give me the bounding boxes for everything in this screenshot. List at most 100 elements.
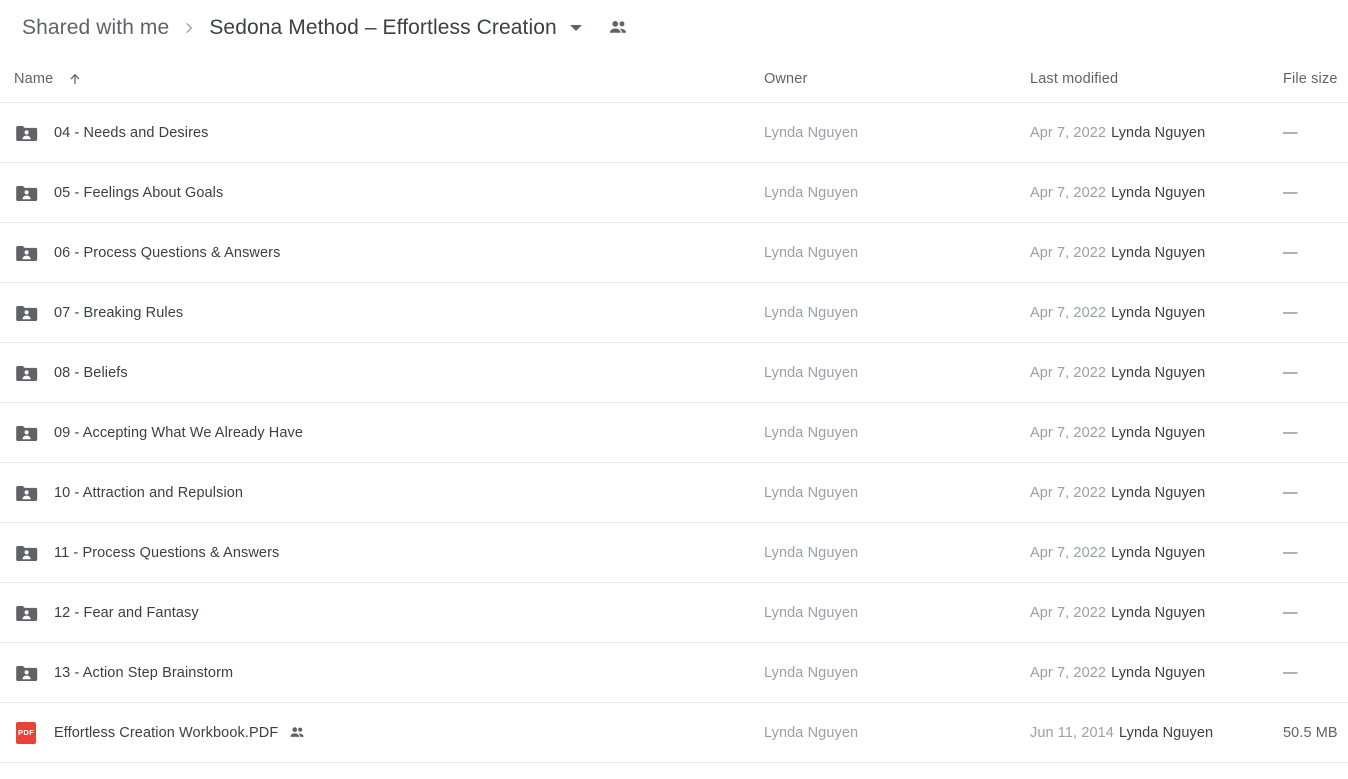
cell-file-size: — xyxy=(1273,282,1348,343)
cell-owner: Lynda Nguyen xyxy=(752,342,1020,403)
cell-file-size: — xyxy=(1273,462,1348,523)
breadcrumb-parent-link[interactable]: Shared with me xyxy=(22,16,169,40)
shared-folder-icon xyxy=(14,241,38,265)
cell-name[interactable]: 06 - Process Questions & Answers xyxy=(0,222,752,283)
table-row[interactable]: 10 - Attraction and Repulsion Lynda Nguye… xyxy=(0,462,1348,523)
cell-file-size: — xyxy=(1273,582,1348,643)
cell-last-modified: Apr 7, 2022 Lynda Nguyen xyxy=(1020,582,1273,643)
shared-folder-icon xyxy=(14,361,38,385)
table-row[interactable]: 13 - Action Step Brainstorm Lynda Nguyen A… xyxy=(0,642,1348,703)
cell-owner: Lynda Nguyen xyxy=(752,402,1020,463)
file-name-label: 05 - Feelings About Goals xyxy=(54,184,224,201)
last-modified-date: Apr 7, 2022 xyxy=(1030,244,1107,261)
cell-name[interactable]: 05 - Feelings About Goals xyxy=(0,162,752,223)
column-header-owner[interactable]: Owner xyxy=(752,56,1020,103)
cell-file-size: 50.5 MB xyxy=(1273,702,1348,763)
column-header-name[interactable]: Name xyxy=(0,56,752,103)
cell-last-modified: Apr 7, 2022 Lynda Nguyen xyxy=(1020,342,1273,403)
cell-file-size: — xyxy=(1273,342,1348,403)
file-name-label: 10 - Attraction and Repulsion xyxy=(54,484,244,501)
cell-last-modified: Jun 11, 2014 Lynda Nguyen xyxy=(1020,702,1273,763)
table-row[interactable]: 11 - Process Questions & Answers Lynda Ng… xyxy=(0,522,1348,583)
pdf-file-icon: PDF xyxy=(14,721,38,745)
column-header-file-size[interactable]: File size xyxy=(1273,56,1348,103)
cell-owner: Lynda Nguyen xyxy=(752,102,1020,163)
cell-last-modified: Apr 7, 2022 Lynda Nguyen xyxy=(1020,102,1273,163)
table-body: 04 - Needs and Desires Lynda Nguyen Apr 7,… xyxy=(0,102,1348,763)
file-name-label: 07 - Breaking Rules xyxy=(54,304,184,321)
table-row[interactable]: 06 - Process Questions & Answers Lynda Ng… xyxy=(0,222,1348,283)
file-name-label: 12 - Fear and Fantasy xyxy=(54,604,199,621)
cell-name[interactable]: 11 - Process Questions & Answers xyxy=(0,522,752,583)
file-name-label: 08 - Beliefs xyxy=(54,364,128,381)
table-row[interactable]: PDF Effortless Creation Workbook.PDF Lynda… xyxy=(0,702,1348,763)
cell-last-modified: Apr 7, 2022 Lynda Nguyen xyxy=(1020,642,1273,703)
cell-file-size: — xyxy=(1273,222,1348,283)
cell-name[interactable]: 08 - Beliefs xyxy=(0,342,752,403)
last-modified-by: Lynda Nguyen xyxy=(1111,364,1206,381)
cell-name[interactable]: PDF Effortless Creation Workbook.PDF xyxy=(0,702,752,763)
file-name-label: 13 - Action Step Brainstorm xyxy=(54,664,234,681)
shared-folder-icon xyxy=(14,661,38,685)
cell-name[interactable]: 04 - Needs and Desires xyxy=(0,102,752,163)
breadcrumb-separator-icon xyxy=(181,20,197,36)
cell-owner: Lynda Nguyen xyxy=(752,282,1020,343)
last-modified-by: Lynda Nguyen xyxy=(1111,544,1206,561)
cell-last-modified: Apr 7, 2022 Lynda Nguyen xyxy=(1020,162,1273,223)
cell-owner: Lynda Nguyen xyxy=(752,162,1020,223)
breadcrumb: Shared with me Sedona Method – Effortles… xyxy=(0,0,1348,56)
last-modified-date: Apr 7, 2022 xyxy=(1030,484,1107,501)
cell-name[interactable]: 07 - Breaking Rules xyxy=(0,282,752,343)
cell-name[interactable]: 12 - Fear and Fantasy xyxy=(0,582,752,643)
shared-folder-icon xyxy=(14,301,38,325)
last-modified-by: Lynda Nguyen xyxy=(1111,184,1206,201)
cell-name[interactable]: 13 - Action Step Brainstorm xyxy=(0,642,752,703)
cell-last-modified: Apr 7, 2022 Lynda Nguyen xyxy=(1020,462,1273,523)
cell-last-modified: Apr 7, 2022 Lynda Nguyen xyxy=(1020,402,1273,463)
cell-last-modified: Apr 7, 2022 Lynda Nguyen xyxy=(1020,522,1273,583)
page-title[interactable]: Sedona Method – Effortless Creation xyxy=(209,16,557,40)
arrow-up-icon[interactable] xyxy=(67,71,83,87)
last-modified-by: Lynda Nguyen xyxy=(1111,484,1206,501)
last-modified-date: Apr 7, 2022 xyxy=(1030,304,1107,321)
file-name-label: 09 - Accepting What We Already Have xyxy=(54,424,304,441)
last-modified-date: Apr 7, 2022 xyxy=(1030,364,1107,381)
table-row[interactable]: 08 - Beliefs Lynda Nguyen Apr 7, 2022 Lynda… xyxy=(0,342,1348,403)
cell-owner: Lynda Nguyen xyxy=(752,642,1020,703)
last-modified-by: Lynda Nguyen xyxy=(1111,124,1206,141)
shared-folder-icon xyxy=(14,541,38,565)
last-modified-date: Apr 7, 2022 xyxy=(1030,424,1107,441)
shared-folder-icon xyxy=(14,481,38,505)
last-modified-by: Lynda Nguyen xyxy=(1111,604,1206,621)
cell-file-size: — xyxy=(1273,642,1348,703)
shared-folder-icon xyxy=(14,421,38,445)
shared-folder-icon xyxy=(14,181,38,205)
shared-folder-icon xyxy=(14,601,38,625)
file-list-table: Name Owner Last modified File size 04 - … xyxy=(0,56,1348,763)
column-header-name-label: Name xyxy=(14,71,54,87)
table-row[interactable]: 05 - Feelings About Goals Lynda Nguyen Apr… xyxy=(0,162,1348,223)
table-row[interactable]: 07 - Breaking Rules Lynda Nguyen Apr 7, 20… xyxy=(0,282,1348,343)
last-modified-by: Lynda Nguyen xyxy=(1111,664,1206,681)
file-name-label: 06 - Process Questions & Answers xyxy=(54,244,281,261)
table-row[interactable]: 09 - Accepting What We Already Have Lynda… xyxy=(0,402,1348,463)
chevron-down-icon[interactable] xyxy=(569,25,582,31)
cell-name[interactable]: 10 - Attraction and Repulsion xyxy=(0,462,752,523)
cell-file-size: — xyxy=(1273,102,1348,163)
file-name-label: 04 - Needs and Desires xyxy=(54,124,209,141)
cell-file-size: — xyxy=(1273,402,1348,463)
people-shared-icon xyxy=(288,724,306,742)
cell-owner: Lynda Nguyen xyxy=(752,582,1020,643)
last-modified-date: Jun 11, 2014 xyxy=(1030,724,1114,741)
table-row[interactable]: 04 - Needs and Desires Lynda Nguyen Apr 7,… xyxy=(0,102,1348,163)
last-modified-by: Lynda Nguyen xyxy=(1111,424,1206,441)
people-shared-icon[interactable] xyxy=(607,17,629,39)
table-row[interactable]: 12 - Fear and Fantasy Lynda Nguyen Apr 7, … xyxy=(0,582,1348,643)
table-header: Name Owner Last modified File size xyxy=(0,56,1348,103)
last-modified-by: Lynda Nguyen xyxy=(1111,244,1206,261)
column-header-last-modified[interactable]: Last modified xyxy=(1020,56,1273,103)
cell-name[interactable]: 09 - Accepting What We Already Have xyxy=(0,402,752,463)
cell-last-modified: Apr 7, 2022 Lynda Nguyen xyxy=(1020,222,1273,283)
cell-owner: Lynda Nguyen xyxy=(752,522,1020,583)
last-modified-date: Apr 7, 2022 xyxy=(1030,124,1107,141)
